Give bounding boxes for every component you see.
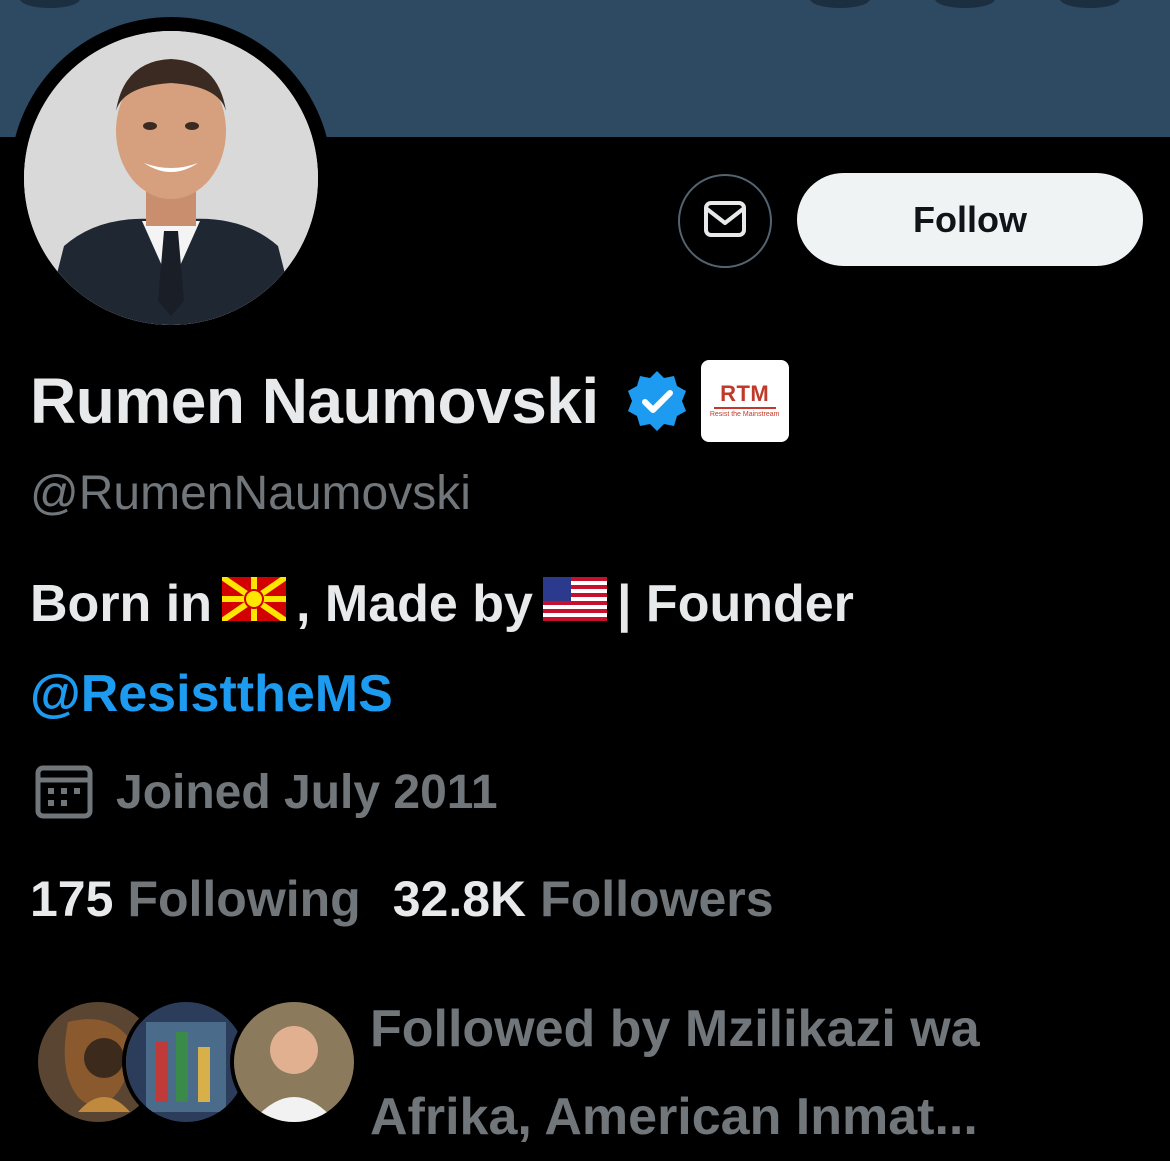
banner-icon-shadow — [935, 0, 995, 8]
banner-icon-shadow — [1060, 0, 1120, 8]
followers-count: 32.8K — [392, 871, 527, 927]
followers-stat[interactable]: 32.8K Followers — [393, 870, 774, 928]
bio-mention-link[interactable]: @ResisttheMS — [30, 664, 393, 724]
display-name: Rumen Naumovski — [30, 365, 599, 437]
bio-line: Born in , Made by | Founder — [30, 574, 854, 634]
rtm-logo-text: RTM — [720, 381, 770, 406]
followers-label: Followers — [540, 871, 774, 927]
follow-button[interactable]: Follow — [797, 173, 1143, 266]
verified-badge-icon[interactable] — [625, 369, 689, 433]
joined-date: Joined July 2011 — [34, 760, 498, 825]
profile-avatar[interactable] — [24, 31, 318, 325]
name-row: Rumen Naumovski RTM Resist the Mainstrea… — [30, 358, 789, 444]
us-flag-icon — [542, 574, 607, 634]
joined-text: Joined July 2011 — [116, 766, 498, 819]
followed-by-text[interactable]: Followed by Mzilikazi wa Afrika, America… — [370, 985, 1140, 1161]
bio-text: | Founder — [616, 575, 854, 633]
following-stat[interactable]: 175 Following — [30, 870, 361, 928]
follow-stats: 175 Following 32.8K Followers — [30, 870, 774, 928]
envelope-icon — [703, 199, 747, 244]
followed-by-avatars[interactable] — [34, 998, 358, 1130]
affiliate-badge-rtm[interactable]: RTM Resist the Mainstream — [700, 360, 789, 442]
bio-text: Born in — [30, 575, 212, 633]
calendar-icon — [34, 760, 94, 825]
north-macedonia-flag-icon — [220, 574, 288, 634]
avatar — [230, 998, 358, 1126]
following-count: 175 — [30, 871, 114, 927]
banner-icon-shadow — [810, 0, 870, 8]
rtm-logo-rule — [713, 407, 776, 409]
message-button[interactable] — [678, 174, 772, 268]
bio-text: , Made by — [295, 575, 533, 633]
banner-icon-shadow — [20, 0, 80, 8]
following-label: Following — [127, 871, 361, 927]
rtm-logo-subtitle: Resist the Mainstream — [709, 411, 780, 418]
profile-handle: @RumenNaumovski — [30, 467, 471, 520]
